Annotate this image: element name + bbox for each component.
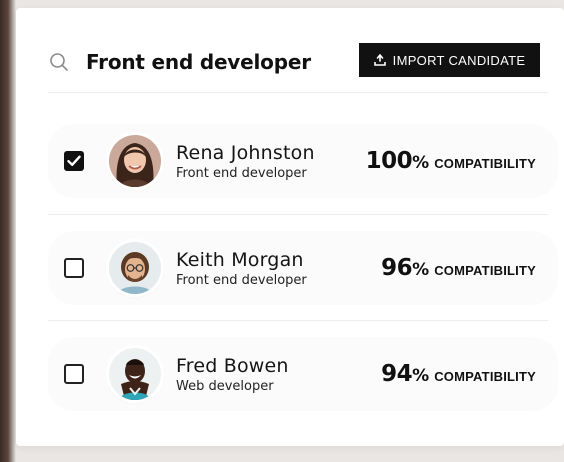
candidate-panel: IMPORT CANDIDATE Rena Johnston Front end…: [16, 8, 564, 446]
candidate-role: Front end developer: [176, 165, 307, 181]
import-candidate-button[interactable]: IMPORT CANDIDATE: [359, 43, 540, 77]
compatibility-value: 96: [381, 255, 413, 281]
candidate-info: Fred Bowen Web developer: [176, 355, 346, 394]
candidate-row[interactable]: Rena Johnston Front end developer 100 % …: [48, 108, 558, 214]
import-candidate-label: IMPORT CANDIDATE: [392, 52, 526, 68]
percent-sign: %: [412, 366, 430, 386]
search-input[interactable]: [86, 50, 326, 74]
candidate-avatar: [109, 242, 161, 294]
upload-icon: [373, 54, 386, 66]
divider: [48, 92, 548, 93]
candidate-name: Keith Morgan: [176, 248, 304, 271]
candidate-name: Rena Johnston: [176, 141, 315, 164]
select-checkbox[interactable]: [64, 364, 84, 384]
compatibility-score: 100 % COMPATIBILITY: [366, 148, 536, 174]
candidate-avatar: [109, 135, 161, 187]
candidate-avatar: [109, 348, 161, 400]
compatibility-score: 96 % COMPATIBILITY: [381, 255, 536, 281]
compatibility-value: 100: [365, 148, 413, 174]
compatibility-label: COMPATIBILITY: [434, 369, 536, 384]
candidate-role: Front end developer: [176, 272, 307, 288]
select-checkbox[interactable]: [64, 258, 84, 278]
select-checkbox[interactable]: [64, 151, 84, 171]
percent-sign: %: [412, 260, 430, 280]
compatibility-label: COMPATIBILITY: [434, 156, 536, 171]
compatibility-score: 94 % COMPATIBILITY: [381, 361, 536, 387]
compatibility-label: COMPATIBILITY: [434, 263, 536, 278]
candidate-role: Web developer: [176, 378, 274, 394]
candidate-info: Keith Morgan Front end developer: [176, 249, 346, 288]
compatibility-value: 94: [381, 361, 413, 387]
candidate-name: Fred Bowen: [176, 354, 289, 377]
candidate-row[interactable]: Keith Morgan Front end developer 96 % CO…: [48, 215, 558, 321]
percent-sign: %: [412, 153, 430, 173]
candidate-info: Rena Johnston Front end developer: [176, 142, 346, 181]
candidate-row[interactable]: Fred Bowen Web developer 94 % COMPATIBIL…: [48, 321, 558, 427]
search-icon[interactable]: [48, 51, 70, 73]
